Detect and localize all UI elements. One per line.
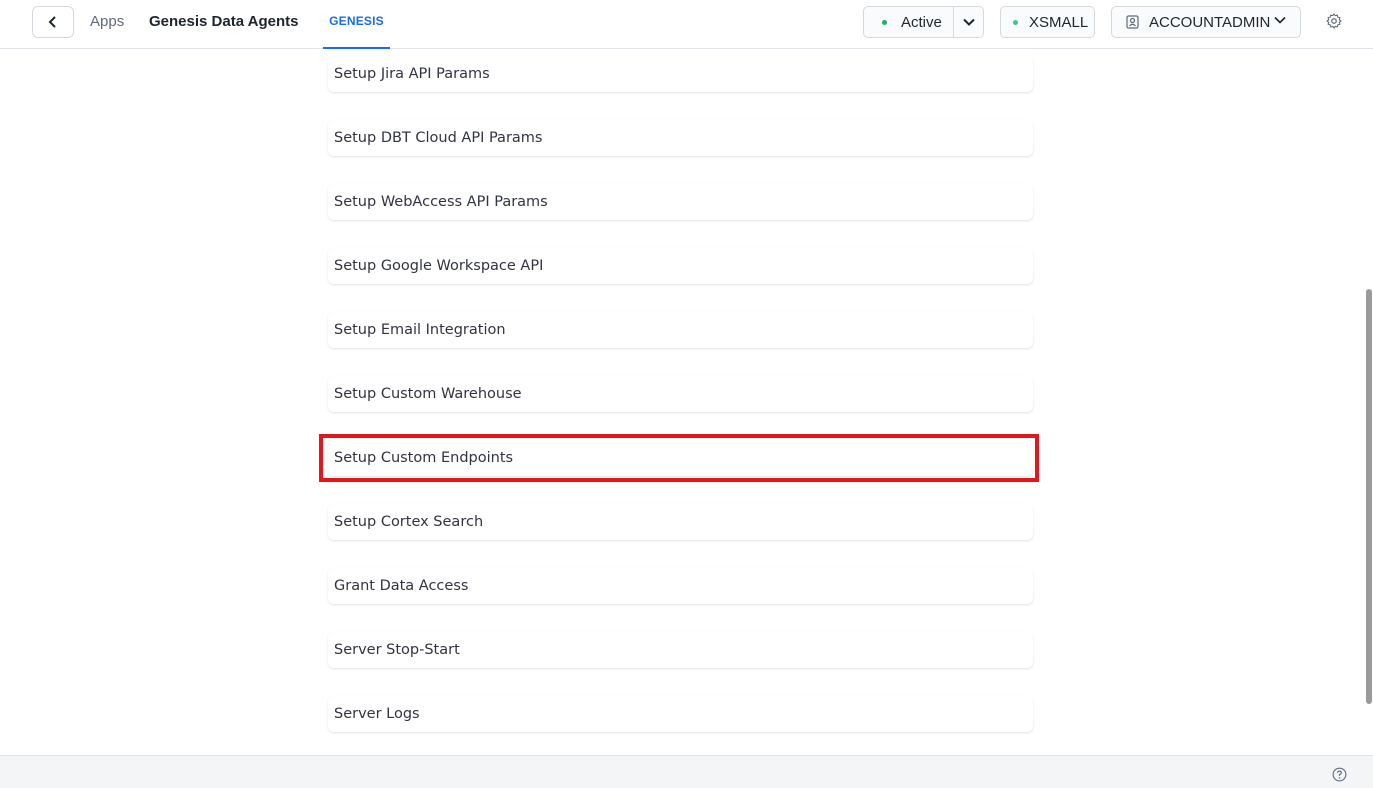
user-badge-icon xyxy=(1126,15,1139,29)
footer-bar xyxy=(0,755,1373,788)
menu-item-server-stop-start[interactable]: Server Stop-Start xyxy=(328,632,1033,668)
gear-icon[interactable] xyxy=(1325,12,1343,30)
menu-item-setup-custom-warehouse[interactable]: Setup Custom Warehouse xyxy=(328,376,1033,412)
role-selector[interactable]: ACCOUNTADMIN xyxy=(1111,6,1301,38)
status-label: Active xyxy=(901,13,942,31)
menu-item-grant-data-access[interactable]: Grant Data Access xyxy=(328,568,1033,604)
menu-item-setup-dbt-cloud-api-params[interactable]: Setup DBT Cloud API Params xyxy=(328,120,1033,156)
menu-item-setup-google-workspace-api[interactable]: Setup Google Workspace API xyxy=(328,248,1033,284)
role-label: ACCOUNTADMIN xyxy=(1149,13,1271,31)
vertical-scrollbar[interactable] xyxy=(1366,289,1372,704)
menu-item-setup-cortex-search[interactable]: Setup Cortex Search xyxy=(328,504,1033,540)
status-dropdown-button[interactable] xyxy=(953,7,983,37)
settings-menu-panel: Setup Jira API Params Setup DBT Cloud AP… xyxy=(0,49,1373,755)
warehouse-selector[interactable]: XSMALL xyxy=(1000,6,1095,38)
breadcrumb-apps-link[interactable]: Apps xyxy=(90,13,124,30)
help-icon[interactable] xyxy=(1332,767,1347,782)
chevron-left-icon xyxy=(48,16,56,28)
chevron-down-icon xyxy=(962,18,975,26)
menu-item-setup-email-integration[interactable]: Setup Email Integration xyxy=(328,312,1033,348)
menu-item-setup-jira-api-params[interactable]: Setup Jira API Params xyxy=(328,56,1033,92)
status-selector[interactable]: Active xyxy=(863,6,984,38)
chevron-down-icon xyxy=(1274,16,1286,24)
menu-item-server-logs[interactable]: Server Logs xyxy=(328,696,1033,732)
app-title: Genesis Data Agents xyxy=(149,13,299,30)
back-button[interactable] xyxy=(32,6,74,38)
top-bar: Apps Genesis Data Agents GENESIS Active … xyxy=(0,0,1373,49)
tab-genesis[interactable]: GENESIS xyxy=(323,0,390,49)
status-dot-icon xyxy=(882,19,887,25)
highlight-box xyxy=(319,434,1039,482)
warehouse-dot-icon xyxy=(1013,19,1018,25)
menu-item-setup-webaccess-api-params[interactable]: Setup WebAccess API Params xyxy=(328,184,1033,220)
warehouse-label: XSMALL xyxy=(1029,13,1089,31)
